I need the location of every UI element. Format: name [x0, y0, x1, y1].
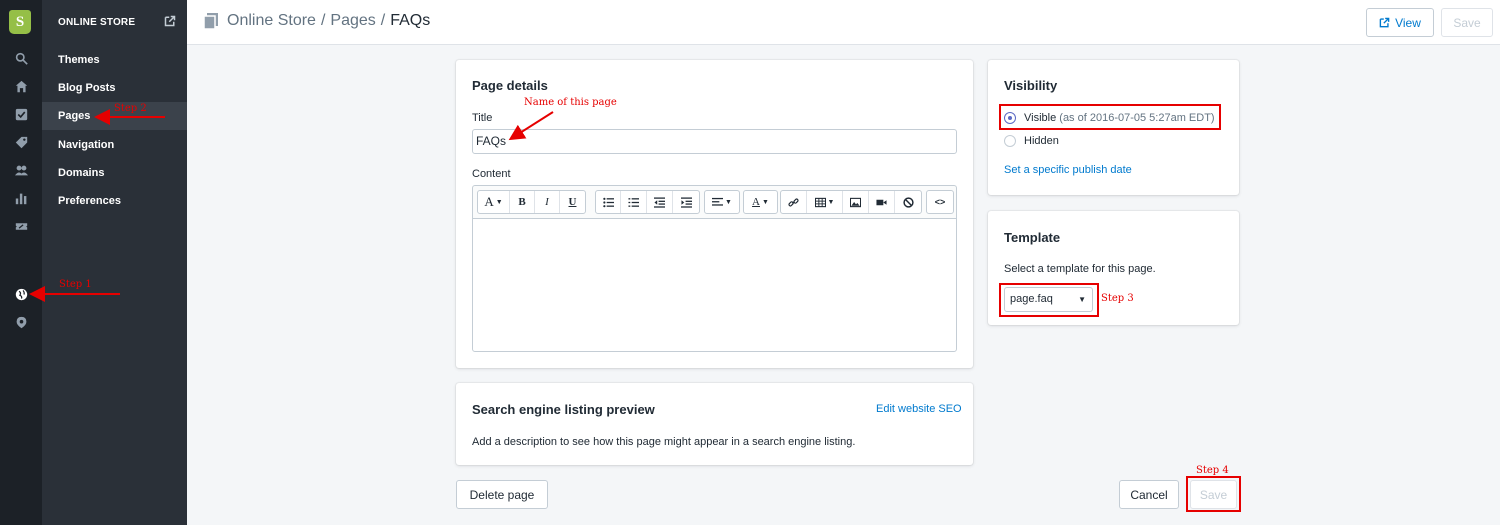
shopify-logo-icon[interactable]: S: [9, 10, 31, 34]
editor-toolbar: A ▼ B I U ▼ A ▼ ▼ <>: [472, 185, 957, 219]
breadcrumb-separator: /: [380, 12, 386, 29]
annotation-template-box: [999, 283, 1099, 317]
subnav-item-preferences[interactable]: Preferences: [42, 187, 187, 215]
annotation-save-box: [1186, 476, 1241, 512]
breadcrumb-current: FAQs: [390, 12, 431, 29]
hidden-radio[interactable]: [1004, 135, 1016, 147]
cancel-button[interactable]: Cancel: [1119, 480, 1179, 509]
font-group: A ▼ B I U: [477, 190, 586, 214]
icon-rail: S: [0, 0, 42, 525]
view-button-label: View: [1395, 15, 1421, 30]
font-dropdown[interactable]: A ▼: [478, 191, 510, 213]
orders-icon[interactable]: [0, 103, 42, 125]
online-store-icon[interactable]: [0, 283, 42, 305]
delete-page-button[interactable]: Delete page: [456, 480, 548, 509]
chevron-down-icon: ▼: [827, 198, 835, 206]
table-icon: [814, 197, 826, 207]
align-dropdown[interactable]: ▼: [705, 191, 739, 213]
top-save-button[interactable]: Save: [1441, 8, 1493, 37]
seo-heading: Search engine listing preview: [472, 402, 655, 417]
subnav-item-domains[interactable]: Domains: [42, 159, 187, 187]
chevron-down-icon: ▼: [762, 198, 769, 206]
list-group: [595, 190, 700, 214]
top-bar: Online Store / Pages / FAQs View Save: [187, 0, 1500, 45]
link-icon[interactable]: [781, 191, 807, 213]
set-publish-date-link[interactable]: Set a specific publish date: [1004, 164, 1132, 176]
text-color-glyph: A: [752, 196, 760, 208]
image-icon[interactable]: [843, 191, 869, 213]
discounts-icon[interactable]: [0, 215, 42, 237]
subnav-item-themes[interactable]: Themes: [42, 46, 187, 74]
chevron-down-icon: ▼: [725, 198, 732, 206]
align-group: ▼: [704, 190, 740, 214]
annotation-step3: Step 3: [1101, 293, 1134, 304]
html-group: <>: [926, 190, 954, 214]
subnav-item-navigation[interactable]: Navigation: [42, 131, 187, 159]
pages-icon: [203, 13, 218, 30]
breadcrumb: Online Store / Pages / FAQs: [203, 12, 430, 30]
title-label: Title: [472, 112, 493, 124]
table-dropdown[interactable]: ▼: [807, 191, 843, 213]
bullet-list-icon[interactable]: [596, 191, 621, 213]
subnav-item-blog-posts[interactable]: Blog Posts: [42, 74, 187, 102]
template-heading: Template: [1004, 230, 1061, 245]
italic-button[interactable]: I: [535, 191, 560, 213]
text-color-dropdown[interactable]: A ▼: [744, 191, 777, 213]
bold-button[interactable]: B: [510, 191, 535, 213]
visibility-heading: Visibility: [1004, 78, 1058, 93]
html-code-button[interactable]: <>: [927, 191, 953, 213]
font-glyph: A: [484, 194, 494, 209]
view-button[interactable]: View: [1366, 8, 1434, 37]
content-label: Content: [472, 168, 511, 180]
location-icon[interactable]: [0, 311, 42, 333]
content-editor[interactable]: [472, 218, 957, 352]
annotation-step1: Step 1: [59, 279, 92, 290]
outdent-icon[interactable]: [647, 191, 673, 213]
online-store-subnav: ONLINE STORE Themes Blog Posts Pages Nav…: [42, 0, 187, 525]
template-help-text: Select a template for this page.: [1004, 263, 1156, 275]
edit-website-seo-link[interactable]: Edit website SEO: [876, 403, 962, 415]
annotation-step2: Step 2: [114, 103, 147, 114]
annotation-step4: Step 4: [1196, 465, 1229, 476]
external-view-icon: [1379, 17, 1390, 28]
align-left-icon: [712, 197, 724, 206]
insert-group: ▼: [780, 190, 922, 214]
external-link-icon[interactable]: [164, 15, 176, 27]
underline-button[interactable]: U: [560, 191, 585, 213]
breadcrumb-pages[interactable]: Pages: [330, 12, 375, 30]
video-icon[interactable]: [869, 191, 895, 213]
annotation-name-note: Name of this page: [524, 97, 617, 108]
search-icon[interactable]: [0, 47, 42, 69]
tag-icon[interactable]: [0, 131, 42, 153]
color-group: A ▼: [743, 190, 778, 214]
customers-icon[interactable]: [0, 159, 42, 181]
clear-formatting-icon[interactable]: [895, 191, 921, 213]
seo-description: Add a description to see how this page m…: [472, 436, 856, 448]
page-details-heading: Page details: [472, 78, 548, 93]
title-input[interactable]: FAQs: [472, 129, 957, 154]
annotation-visible-box: [999, 104, 1221, 130]
seo-preview-card: Search engine listing preview Edit websi…: [456, 383, 973, 465]
indent-icon[interactable]: [673, 191, 699, 213]
home-icon[interactable]: [0, 75, 42, 97]
analytics-icon[interactable]: [0, 187, 42, 209]
chevron-down-icon: ▼: [495, 198, 503, 206]
breadcrumb-separator: /: [320, 12, 326, 29]
numbered-list-icon[interactable]: [621, 191, 647, 213]
subnav-heading: ONLINE STORE: [58, 17, 136, 28]
hidden-label[interactable]: Hidden: [1024, 135, 1059, 147]
breadcrumb-online-store[interactable]: Online Store: [227, 12, 316, 30]
